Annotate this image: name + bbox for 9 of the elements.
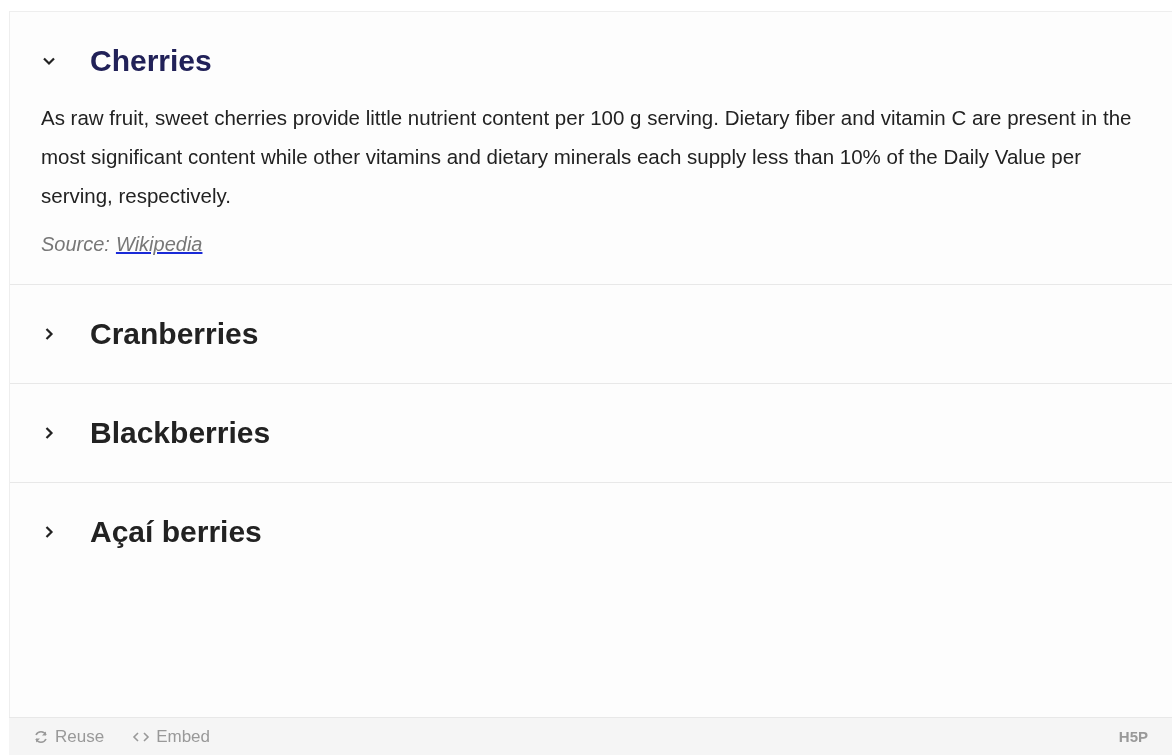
refresh-icon xyxy=(33,728,49,745)
accordion-header[interactable]: Cranberries xyxy=(10,285,1172,383)
accordion-header[interactable]: Açaí berries xyxy=(10,483,1172,581)
source-label: Source: xyxy=(41,233,110,256)
code-icon xyxy=(132,730,151,743)
accordion-header[interactable]: Blackberries xyxy=(10,384,1172,482)
panel-text: As raw fruit, sweet cherries provide little nutrient content per 100 g serving. Dietary fiber and vitamin C are present in the most significant content while other vitamins and dietary minerals each supply less than 10% of the Daily Value per serving, respectively. xyxy=(41,105,1132,209)
source-link[interactable]: Wikipedia xyxy=(115,233,203,256)
accordion-header[interactable]: Cherries xyxy=(10,12,1172,98)
